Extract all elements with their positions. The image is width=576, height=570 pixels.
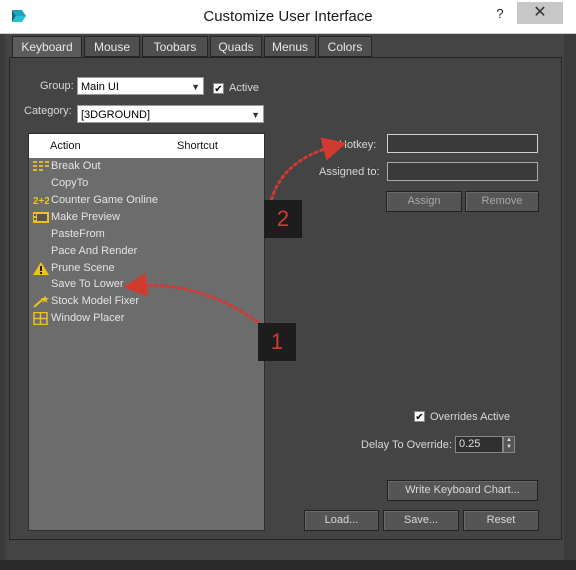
viewport-strip [0,560,576,570]
arrow-to-list [123,272,264,327]
callout-1: 1 [258,323,296,361]
annotation-arrows [123,137,347,327]
arrow-to-hotkey [268,137,347,207]
callout-2: 2 [264,200,302,238]
